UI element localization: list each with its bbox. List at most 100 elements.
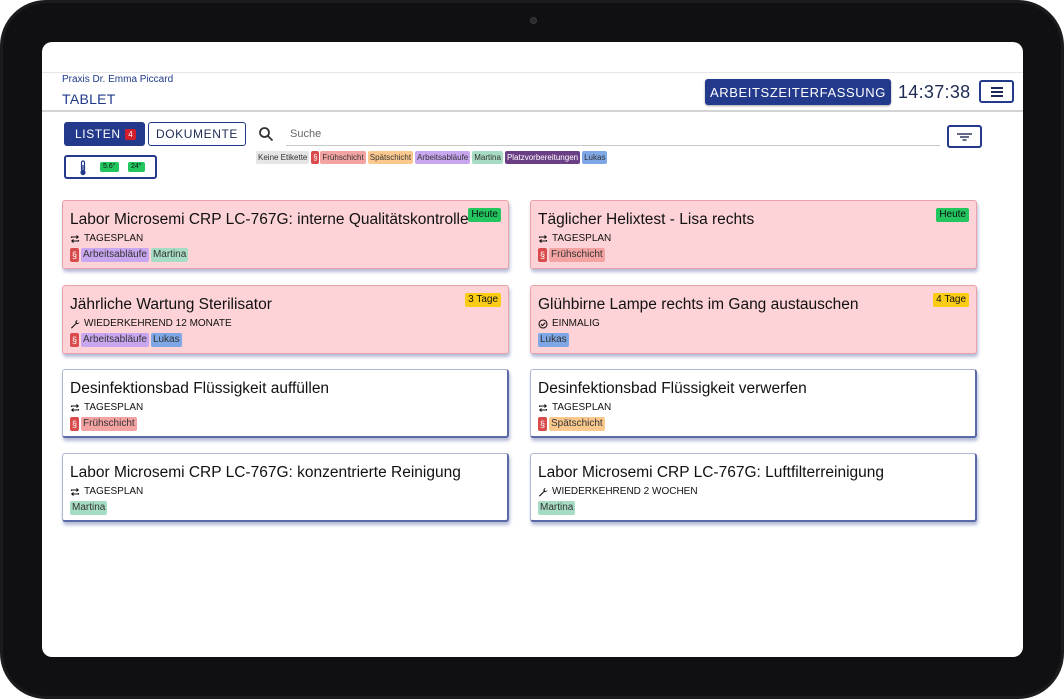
task-schedule: TAGESPLAN xyxy=(70,233,143,244)
section-icon: § xyxy=(70,417,79,431)
task-schedule-label: TAGESPLAN xyxy=(84,233,144,244)
search-input[interactable] xyxy=(286,123,940,146)
task-card[interactable]: Täglicher Helixtest - Lisa rechts TAGESPL… xyxy=(530,200,977,269)
time-tracking-button[interactable]: ARBEITSZEITERFASSUNG xyxy=(705,79,891,105)
due-badge: 4 Tage xyxy=(933,293,969,307)
task-title: Desinfektionsbad Flüssigkeit verwerfen xyxy=(538,380,807,397)
menu-button[interactable] xyxy=(979,80,1014,103)
task-tag: Martina xyxy=(538,501,576,515)
task-tags: § Frühschicht xyxy=(538,248,605,262)
task-tags: § Arbeitsabläufe Lukas xyxy=(70,333,182,347)
section-icon: § xyxy=(70,333,79,347)
label-filter-chip: Platzvorbereitungen xyxy=(504,151,581,164)
task-tags: § Frühschicht xyxy=(70,417,137,431)
task-title: Labor Microsemi CRP LC-767G: Luftfilterr… xyxy=(538,464,885,481)
task-title: Labor Microsemi CRP LC-767G: konzentrier… xyxy=(70,464,461,481)
task-tag: Lukas xyxy=(150,333,182,347)
label-filter-chip: Arbeitsabläufe xyxy=(415,151,471,164)
task-card[interactable]: Glühbirne Lampe rechts im Gang austausch… xyxy=(530,285,977,354)
fridge-temperature: 5.6° xyxy=(100,162,119,172)
task-title: Täglicher Helixtest - Lisa rechts xyxy=(538,211,755,228)
tablet-screen: Praxis Dr. Emma Piccard TABLET ARBEITSZE… xyxy=(42,42,1023,657)
room-temperature: 24° xyxy=(128,162,145,172)
task-schedule: EINMALIG xyxy=(538,318,600,329)
task-tag: Arbeitsabläufe xyxy=(81,333,149,347)
task-title: Glühbirne Lampe rechts im Gang austausch… xyxy=(538,296,859,313)
task-schedule: WIEDERKEHREND 2 WOCHEN xyxy=(538,486,698,497)
task-schedule-label: WIEDERKEHREND 2 WOCHEN xyxy=(552,486,698,497)
task-schedule: TAGESPLAN xyxy=(538,233,611,244)
clock: 14:37:38 xyxy=(898,82,971,102)
task-schedule-label: TAGESPLAN xyxy=(552,233,612,244)
task-schedule: TAGESPLAN xyxy=(70,486,143,497)
label-filter-chip: Frühschicht xyxy=(320,151,366,164)
temperature-widget[interactable]: 5.6° 24° xyxy=(64,155,157,179)
task-title: Desinfektionsbad Flüssigkeit auffüllen xyxy=(70,380,330,397)
filter-icon xyxy=(957,133,972,141)
task-schedule-label: WIEDERKEHREND 12 MONATE xyxy=(84,318,232,329)
task-tag: Arbeitsabläufe xyxy=(81,248,149,262)
task-schedule-label: TAGESPLAN xyxy=(84,486,144,497)
tablet-device-frame: Praxis Dr. Emma Piccard TABLET ARBEITSZE… xyxy=(0,0,1064,699)
task-card[interactable]: Labor Microsemi CRP LC-767G: interne Qua… xyxy=(62,200,509,269)
practice-name: Praxis Dr. Emma Piccard xyxy=(62,74,174,85)
label-filter-item[interactable]: Arbeitsabläufe xyxy=(415,151,471,164)
app-header: Praxis Dr. Emma Piccard TABLET ARBEITSZE… xyxy=(42,42,1023,112)
due-badge: Heute xyxy=(936,208,969,222)
task-tags: Lukas xyxy=(538,333,569,347)
task-card[interactable]: Labor Microsemi CRP LC-767G: Luftfilterr… xyxy=(530,453,977,522)
task-schedule-label: TAGESPLAN xyxy=(552,402,612,413)
repeat-icon xyxy=(70,487,80,496)
label-filter-bar: Keine Etikette § Frühschicht Spätschicht Arb… xyxy=(256,151,608,164)
task-tag: Lukas xyxy=(538,333,569,347)
section-icon: § xyxy=(311,151,320,164)
repeat-icon xyxy=(70,234,80,243)
front-camera xyxy=(530,17,537,24)
task-schedule: TAGESPLAN xyxy=(70,402,143,413)
tab-documents[interactable]: DOKUMENTE xyxy=(148,122,246,146)
task-card[interactable]: Labor Microsemi CRP LC-767G: konzentrier… xyxy=(62,453,509,522)
label-filter-item[interactable]: Lukas xyxy=(582,151,608,164)
label-filter-chip: Lukas xyxy=(582,151,608,164)
filter-button[interactable] xyxy=(947,125,982,148)
label-filter-item[interactable]: Keine Etikette xyxy=(256,151,310,164)
tab-lists[interactable]: LISTEN 4 xyxy=(64,122,145,146)
check-circle-icon xyxy=(538,318,548,329)
hamburger-menu-icon xyxy=(991,87,1003,89)
tab-lists-label: LISTEN xyxy=(75,127,121,141)
task-tag: Frühschicht xyxy=(549,248,605,262)
task-card[interactable]: Jährliche Wartung Sterilisator WIEDERKEHR… xyxy=(62,285,509,354)
task-tag: Spätschicht xyxy=(549,417,605,431)
page-title: TABLET xyxy=(62,91,116,107)
task-card[interactable]: Desinfektionsbad Flüssigkeit auffüllen TA… xyxy=(62,369,509,438)
task-tags: Martina xyxy=(70,501,108,515)
repeat-icon xyxy=(538,234,548,243)
task-tag: Frühschicht xyxy=(81,417,137,431)
label-filter-chip: Martina xyxy=(472,151,503,164)
task-schedule: WIEDERKEHREND 12 MONATE xyxy=(70,318,232,329)
repeat-icon xyxy=(70,403,80,412)
header-divider xyxy=(42,72,1023,73)
task-tags: § Arbeitsabläufe Martina xyxy=(70,248,189,262)
task-card[interactable]: Desinfektionsbad Flüssigkeit verwerfen TA… xyxy=(530,369,977,438)
wrench-icon xyxy=(71,319,80,329)
task-schedule-label: EINMALIG xyxy=(552,318,600,329)
due-badge: Heute xyxy=(468,208,501,222)
label-filter-chip: Spätschicht xyxy=(367,151,414,164)
label-filter-chip: Keine Etikette xyxy=(256,151,310,164)
task-title: Labor Microsemi CRP LC-767G: interne Qua… xyxy=(70,211,469,228)
label-filter-item[interactable]: Martina xyxy=(472,151,503,164)
due-badge: 3 Tage xyxy=(465,293,501,307)
wrench-icon xyxy=(539,487,548,497)
label-filter-item[interactable]: § Frühschicht xyxy=(311,151,366,164)
repeat-icon xyxy=(538,403,548,412)
task-tag: Martina xyxy=(70,501,108,515)
label-filter-item[interactable]: Platzvorbereitungen xyxy=(504,151,581,164)
section-icon: § xyxy=(538,248,547,262)
label-filter-item[interactable]: Spätschicht xyxy=(367,151,414,164)
section-icon: § xyxy=(70,248,79,262)
thermometer-icon xyxy=(80,160,86,176)
task-schedule: TAGESPLAN xyxy=(538,402,611,413)
lists-count-badge: 4 xyxy=(125,129,136,140)
task-schedule-label: TAGESPLAN xyxy=(84,402,144,413)
